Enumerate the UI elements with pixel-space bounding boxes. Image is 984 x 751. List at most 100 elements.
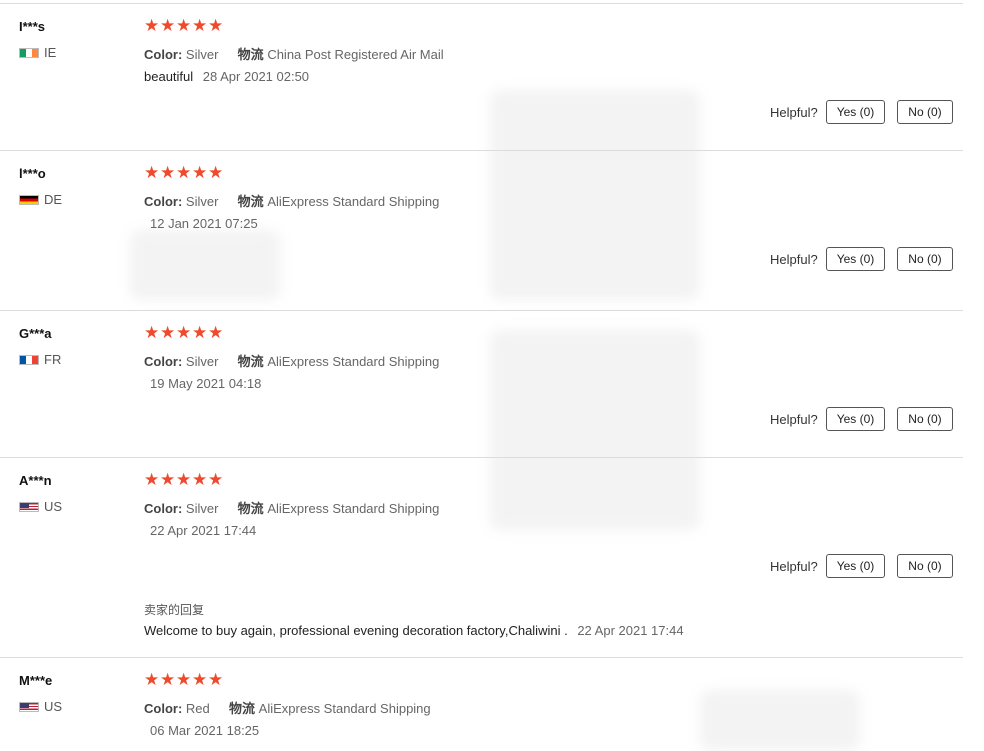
shipping-label: 物流 bbox=[237, 194, 264, 209]
shipping-label: 物流 bbox=[237, 501, 264, 516]
helpful-no-button[interactable]: No (0) bbox=[897, 247, 953, 271]
seller-reply-date: 22 Apr 2021 17:44 bbox=[577, 623, 684, 638]
reviewer-country: DE bbox=[19, 192, 62, 207]
review-feedback: beautiful 28 Apr 2021 02:50 bbox=[144, 69, 309, 84]
review-text: beautiful bbox=[144, 69, 194, 84]
germany-flag-icon bbox=[19, 194, 39, 205]
review-feedback: 12 Jan 2021 07:25 bbox=[144, 216, 258, 231]
star-icon: ★ bbox=[144, 670, 160, 689]
star-icon: ★ bbox=[208, 670, 224, 689]
star-icon: ★ bbox=[208, 323, 224, 342]
helpful-yes-button[interactable]: Yes (0) bbox=[825, 100, 886, 124]
star-icon: ★ bbox=[160, 470, 176, 489]
usa-flag-icon bbox=[19, 701, 39, 712]
country-code: IE bbox=[44, 45, 57, 60]
helpful-label: Helpful? bbox=[770, 251, 818, 267]
star-icon: ★ bbox=[192, 670, 208, 689]
color-label: Color: bbox=[144, 701, 183, 716]
helpful-controls: Helpful? Yes (0) No (0) bbox=[770, 100, 953, 124]
reviewer-country: US bbox=[19, 499, 62, 514]
star-icon: ★ bbox=[160, 670, 176, 689]
star-icon: ★ bbox=[144, 163, 160, 182]
seller-reply: Welcome to buy again, professional eveni… bbox=[144, 623, 684, 638]
divider bbox=[0, 150, 963, 151]
review-date: 22 Apr 2021 17:44 bbox=[150, 523, 257, 538]
shipping-label: 物流 bbox=[237, 354, 264, 369]
country-code: FR bbox=[44, 352, 62, 367]
star-icon: ★ bbox=[176, 470, 192, 489]
review-date: 28 Apr 2021 02:50 bbox=[202, 69, 310, 84]
star-rating: ★ ★ ★ ★ ★ bbox=[144, 470, 224, 489]
helpful-yes-button[interactable]: Yes (0) bbox=[825, 554, 886, 578]
divider bbox=[0, 657, 963, 658]
helpful-no-button[interactable]: No (0) bbox=[897, 100, 953, 124]
usa-flag-icon bbox=[19, 501, 39, 512]
review-item: l***o DE ★ ★ ★ ★ ★ Color: Silver 物流 AliE… bbox=[0, 163, 963, 306]
divider bbox=[0, 3, 963, 4]
shipping-value: AliExpress Standard Shipping bbox=[258, 701, 431, 716]
review-item: A***n US ★ ★ ★ ★ ★ Color: Silver 物流 AliE… bbox=[0, 470, 963, 655]
divider bbox=[0, 457, 963, 458]
review-meta: Color: Silver 物流 AliExpress Standard Shi… bbox=[144, 351, 439, 370]
helpful-controls: Helpful? Yes (0) No (0) bbox=[770, 247, 953, 271]
review-feedback: 19 May 2021 04:18 bbox=[144, 376, 261, 391]
helpful-yes-button[interactable]: Yes (0) bbox=[825, 407, 886, 431]
shipping-value: AliExpress Standard Shipping bbox=[267, 194, 440, 209]
seller-reply-text: Welcome to buy again, professional eveni… bbox=[144, 623, 568, 638]
color-value: Silver bbox=[185, 501, 219, 516]
color-label: Color: bbox=[144, 501, 183, 516]
shipping-label: 物流 bbox=[237, 47, 264, 62]
color-value: Silver bbox=[185, 194, 219, 209]
reviews-page: I***s IE ★ ★ ★ ★ ★ Color: Silver 物流 Chin… bbox=[0, 0, 984, 751]
star-icon: ★ bbox=[176, 323, 192, 342]
star-rating: ★ ★ ★ ★ ★ bbox=[144, 323, 224, 342]
star-icon: ★ bbox=[176, 670, 192, 689]
reviewer-name: A***n bbox=[19, 473, 52, 488]
review-date: 06 Mar 2021 18:25 bbox=[150, 723, 260, 738]
color-label: Color: bbox=[144, 194, 183, 209]
country-code: DE bbox=[44, 192, 63, 207]
shipping-label: 物流 bbox=[229, 701, 256, 716]
review-feedback: 06 Mar 2021 18:25 bbox=[144, 723, 259, 738]
star-icon: ★ bbox=[208, 470, 224, 489]
color-label: Color: bbox=[144, 354, 183, 369]
helpful-yes-button[interactable]: Yes (0) bbox=[825, 247, 886, 271]
star-icon: ★ bbox=[192, 323, 208, 342]
reviewer-name: M***e bbox=[19, 673, 53, 688]
review-item: I***s IE ★ ★ ★ ★ ★ Color: Silver 物流 Chin… bbox=[0, 16, 963, 149]
helpful-controls: Helpful? Yes (0) No (0) bbox=[770, 407, 953, 431]
helpful-no-button[interactable]: No (0) bbox=[897, 407, 953, 431]
reviewer-name: I***s bbox=[19, 19, 46, 34]
review-date: 19 May 2021 04:18 bbox=[150, 376, 262, 391]
helpful-no-button[interactable]: No (0) bbox=[897, 554, 953, 578]
france-flag-icon bbox=[19, 354, 39, 365]
reviewer-country: IE bbox=[19, 45, 56, 60]
star-icon: ★ bbox=[160, 163, 176, 182]
divider bbox=[0, 310, 963, 311]
star-icon: ★ bbox=[208, 16, 224, 35]
shipping-value: AliExpress Standard Shipping bbox=[267, 354, 440, 369]
seller-reply-title: 卖家的回复 bbox=[144, 603, 205, 617]
review-date: 12 Jan 2021 07:25 bbox=[150, 216, 258, 231]
helpful-label: Helpful? bbox=[770, 411, 818, 427]
review-item: M***e US ★ ★ ★ ★ ★ Color: Red 物流 AliExpr… bbox=[0, 670, 963, 751]
reviewer-country: US bbox=[19, 699, 62, 714]
color-value: Red bbox=[185, 701, 210, 716]
star-icon: ★ bbox=[144, 16, 160, 35]
star-icon: ★ bbox=[160, 16, 176, 35]
review-meta: Color: Red 物流 AliExpress Standard Shippi… bbox=[144, 698, 431, 717]
shipping-value: China Post Registered Air Mail bbox=[267, 47, 444, 62]
shipping-value: AliExpress Standard Shipping bbox=[267, 501, 440, 516]
color-value: Silver bbox=[185, 47, 219, 62]
reviewer-name: l***o bbox=[19, 166, 46, 181]
star-icon: ★ bbox=[176, 16, 192, 35]
star-icon: ★ bbox=[144, 323, 160, 342]
country-code: US bbox=[44, 699, 63, 714]
star-icon: ★ bbox=[192, 16, 208, 35]
review-meta: Color: Silver 物流 AliExpress Standard Shi… bbox=[144, 498, 439, 517]
star-icon: ★ bbox=[176, 163, 192, 182]
star-icon: ★ bbox=[192, 470, 208, 489]
star-icon: ★ bbox=[160, 323, 176, 342]
helpful-label: Helpful? bbox=[770, 104, 818, 120]
color-label: Color: bbox=[144, 47, 183, 62]
